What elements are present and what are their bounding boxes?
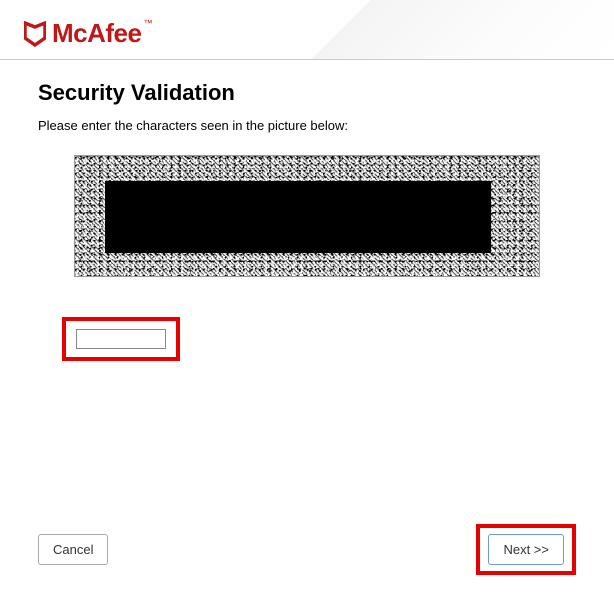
footer: Cancel Next >> [0,524,614,575]
captcha-image [74,155,540,277]
next-highlight-box: Next >> [476,524,576,575]
page-title: Security Validation [38,80,576,106]
main-content: Security Validation Please enter the cha… [0,60,614,381]
input-highlight-box [62,317,180,361]
shield-icon [24,21,46,47]
cancel-button[interactable]: Cancel [38,534,108,565]
instruction-text: Please enter the characters seen in the … [38,118,576,133]
trademark-symbol: ™ [143,18,152,28]
brand-logo: McAfee™ [24,18,590,49]
captcha-redacted-area [105,181,491,253]
next-button[interactable]: Next >> [488,534,564,565]
brand-name-text: McAfee [52,18,141,48]
header: McAfee™ [0,0,614,60]
captcha-input[interactable] [76,329,166,349]
brand-name: McAfee™ [52,18,152,49]
